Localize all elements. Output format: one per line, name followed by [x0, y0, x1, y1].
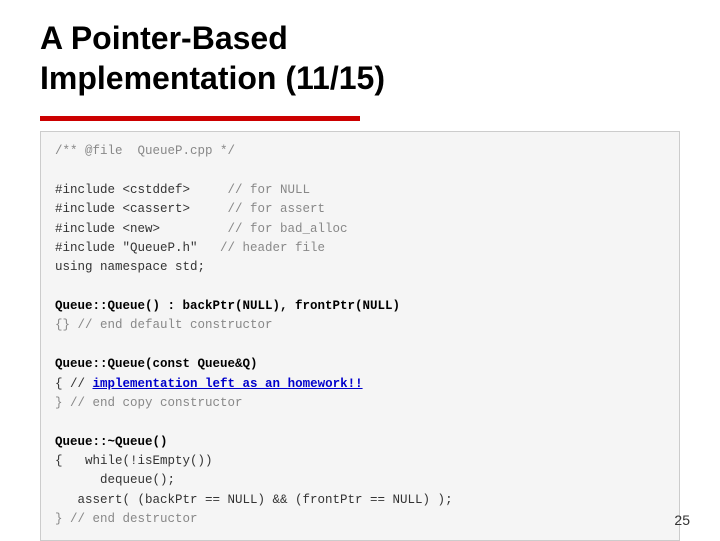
slide: A Pointer-Based Implementation (11/15) /… — [0, 0, 720, 540]
title-underline — [40, 116, 360, 121]
include-cstddef: #include <cstddef> // for NULL — [55, 181, 665, 200]
constructor-default-sig: Queue::Queue() : backPtr(NULL), frontPtr… — [55, 297, 665, 316]
copy-constructor-end: } // end copy constructor — [55, 394, 665, 413]
file-comment: /** @file QueueP.cpp */ — [55, 142, 665, 161]
include-queuep: #include "QueueP.h" // header file — [55, 239, 665, 258]
blank-line2 — [55, 278, 665, 297]
code-block: /** @file QueueP.cpp */ #include <cstdde… — [40, 131, 680, 541]
include-new: #include <new> // for bad_alloc — [55, 220, 665, 239]
title-line1: A Pointer-Based — [40, 20, 288, 56]
destructor-line2: dequeue(); — [55, 471, 665, 490]
destructor-sig: Queue::~Queue() — [55, 433, 665, 452]
destructor-line1: { while(!isEmpty()) — [55, 452, 665, 471]
slide-title: A Pointer-Based Implementation (11/15) — [40, 18, 680, 98]
blank-line4 — [55, 413, 665, 432]
include-cassert: #include <cassert> // for assert — [55, 200, 665, 219]
homework-link: implementation left as an homework!! — [93, 377, 363, 391]
title-area: A Pointer-Based Implementation (11/15) — [0, 0, 720, 108]
blank-line1 — [55, 161, 665, 180]
using-namespace: using namespace std; — [55, 258, 665, 277]
blank-line3 — [55, 336, 665, 355]
constructor-default-body: {} // end default constructor — [55, 316, 665, 335]
copy-constructor-body: { // implementation left as an homework!… — [55, 375, 665, 394]
copy-constructor-sig: Queue::Queue(const Queue&Q) — [55, 355, 665, 374]
destructor-assert: assert( (backPtr == NULL) && (frontPtr =… — [55, 491, 665, 510]
title-line2: Implementation (11/15) — [40, 60, 385, 96]
destructor-end: } // end destructor — [55, 510, 665, 529]
slide-number: 25 — [674, 512, 690, 528]
